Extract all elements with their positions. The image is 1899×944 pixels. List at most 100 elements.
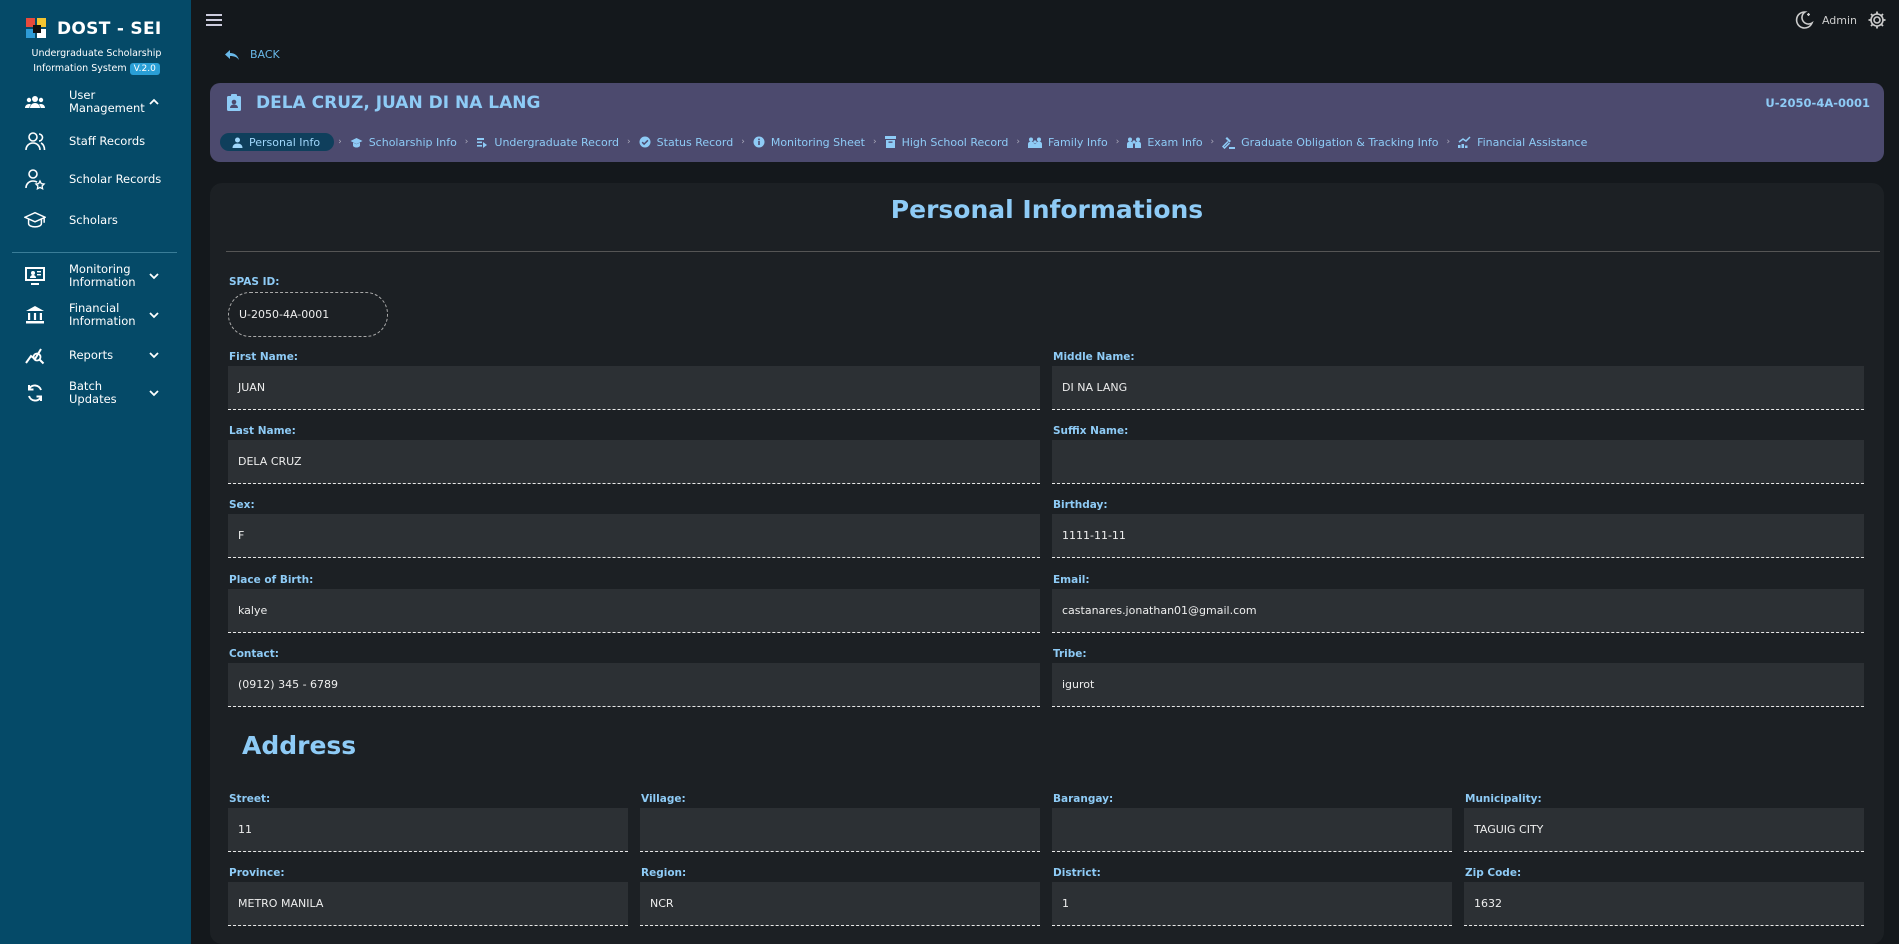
chevron-down-icon xyxy=(149,273,159,280)
municipality-label: Municipality: xyxy=(1465,793,1542,805)
family-icon xyxy=(1027,137,1042,148)
tab-family-info[interactable]: Family Info xyxy=(1024,133,1112,151)
barangay-label: Barangay: xyxy=(1053,793,1114,805)
breadcrumb-separator: › xyxy=(741,137,745,147)
breadcrumb-separator: › xyxy=(338,137,342,147)
brand-title: DOST - SEI xyxy=(57,19,162,39)
tab-scholarship-info[interactable]: Scholarship Info xyxy=(346,133,461,151)
suffix-name-field[interactable] xyxy=(1052,440,1864,484)
scholar-id: U-2050-4A-0001 xyxy=(1765,96,1870,110)
tab-label: Financial Assistance xyxy=(1477,135,1588,149)
record-tabs: Personal Info › Scholarship Info › Under… xyxy=(220,133,1591,151)
spas-id-field[interactable]: U-2050-4A-0001 xyxy=(228,292,388,337)
last-name-field[interactable]: DELA CRUZ xyxy=(228,440,1040,484)
check-circle-icon xyxy=(639,136,651,148)
sidebar-item-staff-records[interactable]: Staff Records xyxy=(0,130,191,152)
tab-undergraduate-record[interactable]: Undergraduate Record xyxy=(472,133,623,151)
menu-toggle-button[interactable] xyxy=(206,14,222,26)
sidebar: DOST - SEI Undergraduate Scholarship Inf… xyxy=(0,0,191,944)
zip-code-field[interactable]: 1632 xyxy=(1464,882,1864,926)
region-field[interactable]: NCR xyxy=(640,882,1040,926)
sidebar-item-reports[interactable]: Reports xyxy=(0,344,191,366)
sidebar-item-label: Scholar Records xyxy=(69,172,162,186)
last-name-label: Last Name: xyxy=(229,425,296,437)
first-name-label: First Name: xyxy=(229,351,299,363)
gear-icon[interactable] xyxy=(1867,10,1887,30)
tab-label: High School Record xyxy=(901,135,1009,149)
contact-card-icon xyxy=(227,94,241,111)
breadcrumb-separator: › xyxy=(1115,137,1120,147)
dark-mode-icon[interactable] xyxy=(1794,10,1814,30)
sidebar-item-label: Scholars xyxy=(69,213,118,227)
personal-info-panel: Personal Informations SPAS ID: U-2050-4A… xyxy=(210,183,1884,944)
sidebar-item-batch-updates[interactable]: Batch Updates xyxy=(0,380,191,406)
tab-graduate-obligation-tracking[interactable]: Graduate Obligation & Tracking Info xyxy=(1218,133,1442,151)
breadcrumb-separator: › xyxy=(464,137,469,147)
back-label: BACK xyxy=(250,48,280,61)
municipality-field[interactable]: TAGUIG CITY xyxy=(1464,808,1864,852)
contact-field[interactable]: (0912) 345 - 6789 xyxy=(228,663,1040,707)
zip-code-label: Zip Code: xyxy=(1465,867,1522,879)
sex-label: Sex: xyxy=(229,499,255,511)
sidebar-item-label: Batch Updates xyxy=(69,379,117,406)
sidebar-item-financial-information[interactable]: Financial Information xyxy=(0,302,191,328)
tab-label: Personal Info xyxy=(249,135,321,149)
transcript-icon xyxy=(477,137,488,148)
sync-icon xyxy=(24,382,46,404)
archive-icon xyxy=(884,136,896,148)
reports-icon xyxy=(24,344,46,366)
middle-name-field[interactable]: DI NA LANG xyxy=(1052,366,1864,410)
info-icon xyxy=(753,136,765,148)
sidebar-item-user-management[interactable]: User Management xyxy=(0,88,191,115)
sidebar-item-label: User Management xyxy=(69,88,145,115)
user-name[interactable]: Admin xyxy=(1822,14,1857,27)
birthday-field[interactable]: 1111-11-11 xyxy=(1052,514,1864,558)
birthday-label: Birthday: xyxy=(1053,499,1108,511)
tab-label: Scholarship Info xyxy=(368,135,457,149)
tab-exam-info[interactable]: Exam Info xyxy=(1123,133,1206,151)
chevron-up-icon xyxy=(149,98,159,105)
brand[interactable]: DOST - SEI xyxy=(26,18,161,40)
version-badge: V.2.0 xyxy=(129,63,160,75)
finance-icon xyxy=(1458,136,1471,148)
back-button[interactable]: BACK xyxy=(224,48,280,61)
district-field[interactable]: 1 xyxy=(1052,882,1452,926)
tab-label: Status Record xyxy=(656,135,734,149)
email-label: Email: xyxy=(1053,574,1090,586)
brand-subtitle-line2: Information System xyxy=(33,63,127,74)
place-of-birth-field[interactable]: kalye xyxy=(228,589,1040,633)
sidebar-item-label: Reports xyxy=(69,348,114,362)
first-name-field[interactable]: JUAN xyxy=(228,366,1040,410)
village-field[interactable] xyxy=(640,808,1040,852)
tab-label: Undergraduate Record xyxy=(494,135,620,149)
breadcrumb-separator: › xyxy=(1446,137,1451,147)
middle-name-label: Middle Name: xyxy=(1053,351,1135,363)
users-icon xyxy=(24,91,46,113)
top-right-controls: Admin xyxy=(1794,10,1887,30)
province-field[interactable]: METRO MANILA xyxy=(228,882,628,926)
sidebar-item-label: Staff Records xyxy=(69,134,146,148)
barangay-field[interactable] xyxy=(1052,808,1452,852)
tab-financial-assistance[interactable]: Financial Assistance xyxy=(1454,133,1591,151)
sidebar-item-scholar-records[interactable]: Scholar Records xyxy=(0,168,191,190)
chevron-down-icon xyxy=(149,312,159,319)
breadcrumb-separator: › xyxy=(627,137,631,147)
sex-field[interactable]: F xyxy=(228,514,1040,558)
tab-label: Monitoring Sheet xyxy=(770,135,865,149)
sidebar-item-monitoring-information[interactable]: Monitoring Information xyxy=(0,263,191,289)
tab-personal-info[interactable]: Personal Info xyxy=(220,133,335,151)
tab-monitoring-sheet[interactable]: Monitoring Sheet xyxy=(749,133,869,151)
sidebar-divider xyxy=(12,252,177,253)
tribe-field[interactable]: igurot xyxy=(1052,663,1864,707)
suffix-name-label: Suffix Name: xyxy=(1053,425,1129,437)
spas-id-label: SPAS ID: xyxy=(229,276,280,288)
contact-label: Contact: xyxy=(229,648,279,660)
group-icon xyxy=(1127,137,1142,148)
email-field[interactable]: castanares.jonathan01@gmail.com xyxy=(1052,589,1864,633)
sidebar-item-scholars[interactable]: Scholars xyxy=(0,209,191,231)
person-icon xyxy=(232,137,243,148)
tab-high-school-record[interactable]: High School Record xyxy=(881,133,1013,151)
tab-status-record[interactable]: Status Record xyxy=(635,133,738,151)
street-field[interactable]: 11 xyxy=(228,808,628,852)
place-of-birth-label: Place of Birth: xyxy=(229,574,314,586)
